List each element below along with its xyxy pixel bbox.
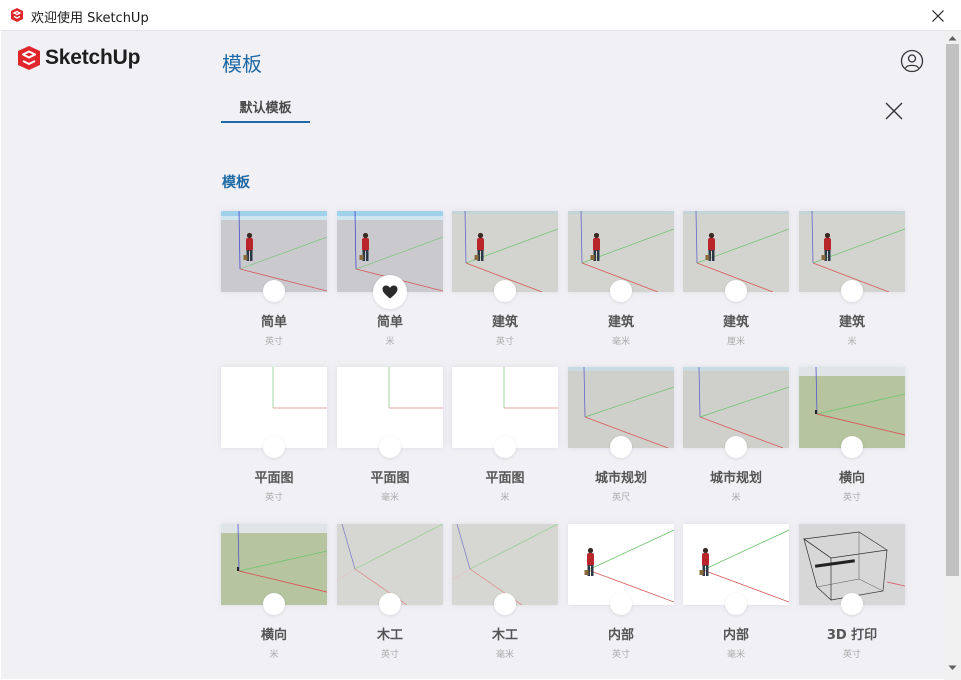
favorite-toggle[interactable] <box>841 593 863 615</box>
template-name: 城市规划 <box>594 471 647 486</box>
template-unit: 英寸 <box>264 493 283 503</box>
sketchup-logo-text: SketchUp <box>45 46 141 69</box>
template-name: 建筑 <box>838 315 865 330</box>
template-unit: 英寸 <box>611 650 630 660</box>
template-card[interactable]: 3D 打印英寸 <box>799 524 905 660</box>
template-name: 简单 <box>260 315 287 330</box>
template-name: 建筑 <box>722 315 749 330</box>
template-card[interactable]: 内部 英寸 <box>568 524 674 660</box>
scrollbar-thumb[interactable] <box>946 44 959 576</box>
favorite-toggle[interactable] <box>379 593 401 615</box>
template-card[interactable]: 城市规划米 <box>683 367 789 503</box>
vertical-scrollbar[interactable] <box>944 31 961 680</box>
scroll-up-arrow-icon[interactable] <box>948 35 957 41</box>
template-card[interactable]: 城市规划 英尺 <box>568 367 674 503</box>
sketchup-logo: SketchUp <box>16 45 140 71</box>
user-account-icon[interactable] <box>900 49 924 73</box>
close-icon <box>932 9 944 22</box>
template-name: 建筑 <box>607 315 634 330</box>
favorite-toggle[interactable] <box>841 280 863 302</box>
favorite-toggle[interactable] <box>725 593 747 615</box>
favorite-toggle[interactable] <box>610 436 632 458</box>
scroll-down-arrow-icon[interactable] <box>948 665 957 671</box>
template-name: 平面图 <box>485 471 525 486</box>
active-tab-indicator <box>221 121 310 123</box>
section-title-templates: 模板 <box>222 175 250 191</box>
template-unit: 米 <box>731 493 741 503</box>
favorite-toggle[interactable] <box>610 593 632 615</box>
favorite-toggle[interactable] <box>379 436 401 458</box>
template-name: 3D 打印 <box>826 628 878 643</box>
favorite-toggle[interactable] <box>494 280 516 302</box>
template-unit: 毫米 <box>726 650 745 660</box>
template-name: 木工 <box>491 628 518 643</box>
template-unit: 英尺 <box>611 493 630 503</box>
template-unit: 毫米 <box>611 337 630 347</box>
template-name: 平面图 <box>254 471 294 486</box>
template-unit: 米 <box>847 337 857 347</box>
template-unit: 毫米 <box>495 650 514 660</box>
favorite-toggle[interactable] <box>263 593 285 615</box>
template-unit: 英寸 <box>264 337 283 347</box>
template-name: 平面图 <box>370 471 410 486</box>
tab-default-templates[interactable]: 默认模板 <box>221 97 310 116</box>
template-card[interactable]: 简单米 <box>337 211 443 347</box>
favorite-toggle[interactable] <box>841 436 863 458</box>
template-unit: 英寸 <box>842 650 861 660</box>
template-card[interactable]: 木工 毫米 <box>452 524 558 660</box>
template-name: 木工 <box>376 628 403 643</box>
sketchup-logo-icon <box>18 46 40 70</box>
template-unit: 米 <box>500 493 510 503</box>
welcome-content: SketchUp 模板 默认模板 模板 简单 英寸 简单米 建筑 英寸 建筑 毫… <box>1 31 944 679</box>
template-card[interactable]: 平面图 毫米 <box>337 367 443 503</box>
favorite-toggle[interactable] <box>725 280 747 302</box>
template-unit: 米 <box>385 337 395 347</box>
template-unit: 毫米 <box>380 493 399 503</box>
template-unit: 英寸 <box>380 650 399 660</box>
template-name: 横向 <box>838 471 865 486</box>
template-name: 简单 <box>376 315 403 330</box>
favorite-toggle[interactable] <box>494 593 516 615</box>
heart-filled-icon <box>382 285 398 299</box>
template-card[interactable]: 横向 英寸 <box>799 367 905 503</box>
template-card[interactable]: 平面图米 <box>452 367 558 503</box>
window-title: 欢迎使用 SketchUp <box>31 11 149 26</box>
favorite-toggle-active[interactable] <box>373 275 407 309</box>
template-card[interactable]: 建筑 厘米 <box>683 211 789 347</box>
template-card[interactable]: 简单 英寸 <box>221 211 327 347</box>
template-unit: 英寸 <box>495 337 514 347</box>
template-card[interactable]: 平面图 英寸 <box>221 367 327 503</box>
template-card[interactable]: 建筑米 <box>799 211 905 347</box>
template-name: 横向 <box>260 628 287 643</box>
template-card[interactable]: 建筑 毫米 <box>568 211 674 347</box>
page-title: 模板 <box>222 52 262 76</box>
template-name: 建筑 <box>491 315 518 330</box>
template-card[interactable]: 内部 毫米 <box>683 524 789 660</box>
close-panel-icon[interactable] <box>884 101 904 121</box>
favorite-toggle[interactable] <box>263 436 285 458</box>
sketchup-app-icon <box>11 8 23 22</box>
window-close-button[interactable] <box>915 0 961 31</box>
template-unit: 米 <box>269 650 279 660</box>
template-unit: 英寸 <box>842 493 861 503</box>
template-name: 内部 <box>722 628 749 643</box>
template-card[interactable]: 木工 英寸 <box>337 524 443 660</box>
template-name: 内部 <box>607 628 634 643</box>
template-name: 城市规划 <box>709 471 762 486</box>
template-card[interactable]: 横向米 <box>221 524 327 660</box>
favorite-toggle[interactable] <box>263 280 285 302</box>
favorite-toggle[interactable] <box>494 436 516 458</box>
template-card[interactable]: 建筑 英寸 <box>452 211 558 347</box>
title-bar: 欢迎使用 SketchUp <box>0 0 961 31</box>
favorite-toggle[interactable] <box>725 436 747 458</box>
favorite-toggle[interactable] <box>610 280 632 302</box>
template-unit: 厘米 <box>726 337 745 347</box>
